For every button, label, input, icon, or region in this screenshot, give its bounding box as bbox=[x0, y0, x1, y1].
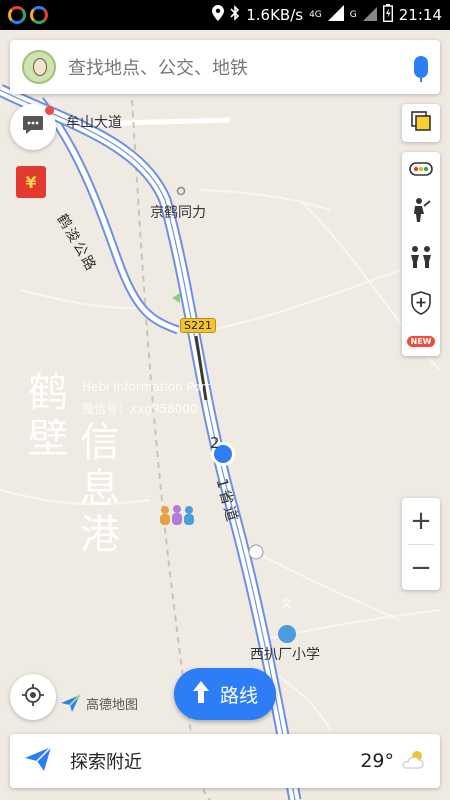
road-label-prefix: 2 bbox=[210, 434, 220, 452]
status-bar: 1.6KB/s 4G G 21:14 bbox=[0, 0, 450, 30]
app-notification-icon bbox=[8, 6, 26, 24]
traffic-icon[interactable] bbox=[409, 161, 433, 180]
explore-nearby-label[interactable]: 探索附近 bbox=[70, 748, 360, 774]
bluetooth-icon bbox=[230, 5, 240, 25]
red-packet-icon[interactable]: ¥ bbox=[16, 166, 46, 198]
watermark-line1: Hebi Information Port bbox=[82, 380, 211, 394]
route-button[interactable]: 路线 bbox=[174, 668, 276, 720]
watermark-col2: 信息港 bbox=[80, 420, 120, 558]
poi-jinghe[interactable]: 京鹤同力 bbox=[150, 202, 206, 222]
watermark-line2: 微信号：xxg958000 bbox=[82, 402, 198, 416]
signal-icon-2 bbox=[362, 5, 377, 25]
tour-guide-icon[interactable] bbox=[410, 197, 432, 227]
signal-label: G bbox=[349, 9, 357, 20]
friends-icon[interactable] bbox=[408, 245, 434, 273]
amap-logo-icon bbox=[61, 694, 81, 712]
crosshair-icon bbox=[21, 683, 45, 711]
network-type: 4G bbox=[309, 9, 322, 20]
amap-logo: 高德地图 bbox=[60, 693, 138, 713]
explore-arrow-icon bbox=[24, 746, 52, 776]
zoom-control: + − bbox=[402, 498, 440, 590]
battery-icon bbox=[382, 4, 393, 26]
route-label: 路线 bbox=[219, 684, 258, 707]
temperature: 29° bbox=[360, 750, 394, 772]
network-speed: 1.6KB/s bbox=[246, 6, 304, 24]
location-icon bbox=[212, 5, 225, 25]
notification-dot bbox=[45, 106, 54, 115]
microphone-icon[interactable] bbox=[414, 56, 428, 82]
search-bar[interactable]: 查找地点、公交、地铁 bbox=[10, 40, 440, 94]
weather-cloud-sun-icon bbox=[400, 748, 426, 774]
right-toolbar: NEW bbox=[402, 152, 440, 356]
locate-button[interactable] bbox=[10, 674, 56, 720]
bottom-bar[interactable]: 探索附近 29° bbox=[10, 734, 440, 788]
signal-icon bbox=[327, 5, 344, 25]
avatar[interactable] bbox=[22, 50, 56, 84]
route-arrow-icon bbox=[192, 680, 210, 709]
layers-button[interactable] bbox=[402, 104, 440, 142]
message-icon bbox=[22, 115, 44, 139]
app-notification-icon bbox=[30, 6, 48, 24]
zoom-out-button[interactable]: − bbox=[402, 545, 440, 591]
route-shield: S221 bbox=[180, 318, 216, 333]
zoom-in-button[interactable]: + bbox=[402, 498, 440, 544]
search-input[interactable]: 查找地点、公交、地铁 bbox=[68, 54, 414, 80]
watermark-col1: 鹤壁 bbox=[28, 370, 68, 462]
status-notification-icons bbox=[8, 6, 48, 24]
poi-school[interactable]: 西扒厂小学 bbox=[250, 644, 320, 664]
layers-icon bbox=[409, 109, 433, 137]
road-label-moushan: 牟山大道 bbox=[66, 115, 122, 131]
clock: 21:14 bbox=[398, 6, 442, 24]
school-icon: 文 bbox=[281, 597, 292, 610]
message-button[interactable] bbox=[10, 104, 56, 150]
logo-text: 高德地图 bbox=[86, 697, 139, 713]
safety-shield-icon[interactable] bbox=[410, 290, 432, 319]
new-badge[interactable]: NEW bbox=[406, 336, 436, 348]
